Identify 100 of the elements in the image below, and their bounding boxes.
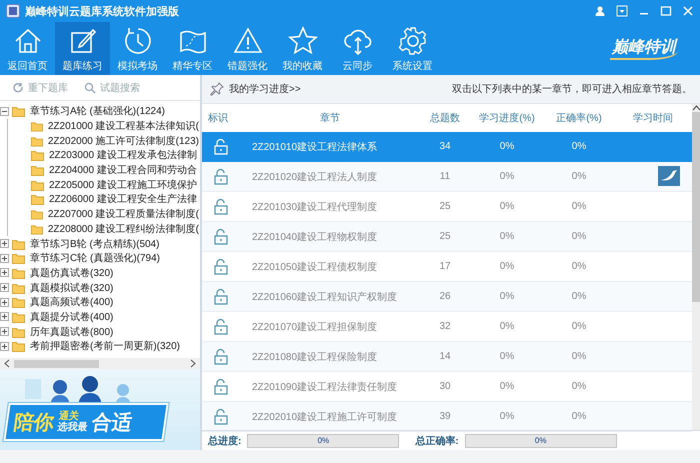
nav-tab[interactable]: 题库练习 [55,22,110,75]
folder-icon [31,178,45,191]
folder-icon [12,266,26,279]
folder-icon [12,326,26,338]
search-icon [84,82,96,94]
nav-tab[interactable]: 返回首页 [0,22,55,75]
unlock-icon [213,138,229,155]
unlock-icon [213,318,229,335]
unlock-icon [213,348,229,365]
nav-tab[interactable]: 错题强化 [220,22,275,75]
scrollbar-thumb[interactable] [692,112,700,302]
expand-icon[interactable] [0,298,9,307]
folder-icon [31,120,44,132]
expand-icon[interactable] [0,283,9,292]
dropdown-icon[interactable] [616,5,628,17]
tree-item[interactable]: 2Z207000 建设工程质量法律制度( [46,207,200,222]
nav-tab[interactable]: 我的收藏 [275,22,330,75]
tree-item[interactable]: 2Z202000 施工许可法律制度(123) [46,134,200,148]
star-icon [286,24,318,56]
tree-item[interactable]: 2Z206000 建设工程安全生产法律 [48,192,198,206]
banner-text: 陪你 [12,410,56,436]
nav-tab[interactable]: 系统设置 [385,22,440,75]
tree-item[interactable]: 章节练习A轮 (基础强化)(1224) [29,104,166,118]
progress-bar: 0% [464,434,617,448]
table-row[interactable]: 2Z201080建设工程保险制度 14 0% 0% [202,342,692,372]
settings-icon [396,24,428,56]
column-header: 学习进度(%) [478,112,536,125]
folder-icon [12,282,26,294]
hint-text: 双击以下列表中的某一章节，即可进入相应章节答题。 [452,82,692,96]
redownload-button[interactable]: 重下题库 [12,80,68,94]
scroll-up-icon[interactable] [692,104,700,112]
nav-tab[interactable]: 模拟考场 [110,22,165,75]
user-icon[interactable] [594,5,606,17]
expand-icon[interactable] [0,239,9,248]
bird-icon[interactable] [658,166,680,186]
search-button[interactable]: 试题搜索 [84,80,140,94]
table-row[interactable]: 2Z201060建设工程知识产权制度 26 0% 0% [202,282,692,312]
column-header: 正确率(%) [555,112,603,125]
unlock-icon [213,258,229,275]
column-header: 章节 [319,112,341,125]
unlock-icon [213,198,229,215]
tree-item[interactable]: 真题高频试卷(400) [29,295,114,310]
unlock-icon [213,228,229,245]
unlock-icon [213,288,229,305]
tree-item[interactable]: 真题模拟试卷(320) [29,280,114,295]
column-header: 标识 [207,112,229,125]
expand-icon[interactable] [0,312,9,322]
maximize-icon[interactable] [660,5,672,17]
nav-tab[interactable]: 云同步 [330,22,385,75]
pin-icon [210,82,224,96]
tree-item[interactable]: 2Z208000 建设工程纠纷法律制度( [46,222,200,236]
table-row[interactable]: 2Z201010建设工程法律体系 34 0% 0% [202,132,692,162]
expand-icon[interactable] [0,327,9,336]
scrollbar-thumb[interactable] [14,360,99,368]
scroll-left-icon[interactable] [3,359,11,368]
close-icon[interactable] [682,5,694,17]
table-row[interactable]: 2Z201040建设工程物权制度 25 0% 0% [202,222,692,252]
expand-icon[interactable] [0,342,9,351]
table-row[interactable]: 2Z202010建设工程施工许可制度 39 0% 0% [202,402,692,432]
tree-item[interactable]: 2Z201000 建设工程基本法律知识( [46,119,200,134]
nav-tab[interactable]: 精华专区 [165,22,220,75]
window-title: 巅峰特训云题库系统软件加强版 [25,4,180,18]
summary-label: 总正确率: [415,434,459,448]
folder-icon [31,164,45,176]
refresh-icon [12,82,24,94]
folder-icon [12,238,26,250]
unlock-icon [213,408,229,425]
folder-icon [31,149,45,162]
scroll-right-icon[interactable] [189,359,197,368]
unlock-icon [213,168,229,185]
folder-icon [12,105,26,118]
tree-item[interactable]: 2Z205000 建设工程施工环境保护 [48,178,198,192]
tree-item[interactable]: 2Z204000 建设工程合同和劳动合 [48,163,198,178]
summary-label: 总进度: [208,434,242,448]
tree-item[interactable]: 2Z203000 建设工程发承包法律制 [48,148,198,162]
tree-item[interactable]: 真题提分试卷(400) [29,310,114,324]
tree-item[interactable]: 章节练习B轮 (考点精练)(504) [29,236,160,251]
folder-icon [31,193,45,206]
banner-text: 选我最 [56,422,88,433]
expand-icon[interactable] [0,268,9,278]
progress-bar: 0% [247,434,400,448]
table-row[interactable]: 2Z201020建设工程法人制度 11 0% 0% [202,162,692,192]
unlock-icon [213,378,229,395]
column-header: 学习时间 [632,112,674,125]
folder-icon [12,340,26,352]
expand-icon[interactable] [0,254,9,263]
brand-logo: 巅峰特训 [610,37,678,60]
folder-icon [12,252,26,264]
folder-icon [12,310,26,323]
app-icon [6,4,20,18]
tree-item[interactable]: 章节练习C轮 (真题强化)(794) [29,251,162,266]
folder-icon [31,208,44,220]
collapse-icon[interactable] [0,106,9,116]
progress-title[interactable]: 我的学习进度>> [229,82,301,96]
folder-icon [31,222,44,235]
banner-text: 通关 [58,411,80,422]
tree-item[interactable]: 真题仿真试卷(320) [29,266,114,280]
tree-item[interactable]: 考前押题密卷(考前一周更新)(320) [29,339,182,354]
tree-item[interactable]: 历年真题试卷(800) [29,324,114,339]
folder-icon [31,134,44,147]
